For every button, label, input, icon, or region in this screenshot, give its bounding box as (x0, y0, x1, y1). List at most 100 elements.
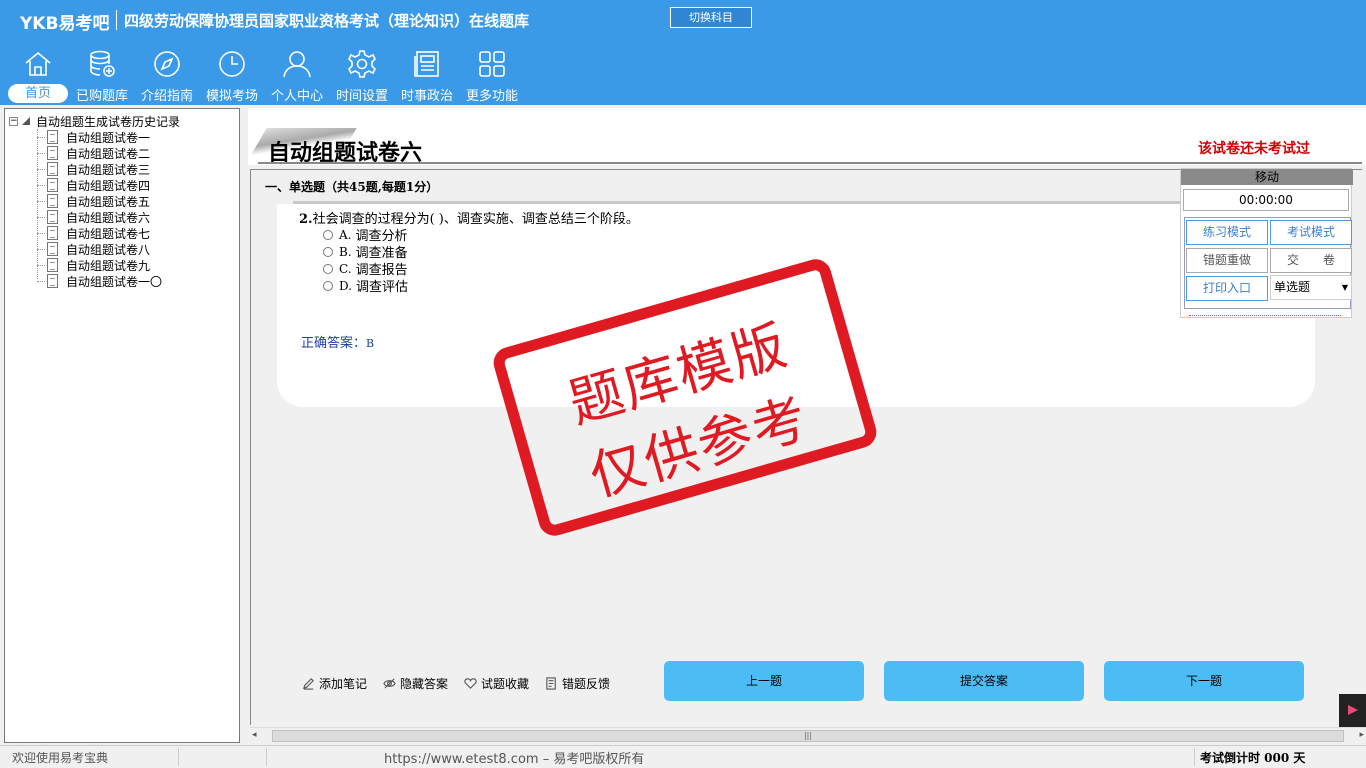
nav-label: 时事政治 (400, 89, 453, 104)
print-button[interactable]: 打印入口 (1186, 276, 1268, 301)
favorite-button[interactable]: 试题收藏 (464, 674, 529, 692)
option-a[interactable]: A. 调查分析 (323, 226, 408, 244)
tree-item-label: 自动组题试卷四 (66, 178, 151, 193)
option-text: 调查评估 (356, 280, 409, 295)
nav-label: 更多功能 (465, 89, 518, 104)
paper-history-tree: − 自动组题生成试卷历史记录 自动组题试卷一 自动组题试卷二 自动组题试卷三 自… (4, 108, 240, 743)
document-icon (47, 130, 58, 144)
document-search-icon (47, 210, 58, 224)
tool-label: 试题收藏 (481, 676, 530, 691)
tool-label: 隐藏答案 (400, 676, 449, 691)
nav-label: 模拟考场 (205, 89, 258, 104)
compass-icon (154, 51, 180, 77)
user-icon (283, 51, 311, 78)
control-grid: 练习模式 考试模式 错题重做 交 卷 打印入口 单选题 (1184, 217, 1352, 309)
switch-subject-button[interactable]: 切换科目 (670, 7, 752, 28)
flag-icon[interactable] (1339, 694, 1366, 727)
radio-button[interactable] (323, 229, 333, 240)
prev-question-button[interactable]: 上一题 (664, 661, 864, 701)
scroll-left-arrow[interactable]: ◂ (252, 730, 257, 740)
pencil-icon (302, 677, 314, 690)
tree-item[interactable]: 自动组题试卷三 (37, 161, 150, 177)
horizontal-scrollbar[interactable]: ◂ ||| ▸ (250, 727, 1366, 744)
option-key: C. (339, 261, 352, 276)
tree-item[interactable]: 自动组题试卷八 (37, 241, 150, 257)
tree-item-label: 自动组题试卷七 (66, 226, 151, 241)
practice-mode-button[interactable]: 练习模式 (1186, 220, 1268, 245)
tree-item-label: 自动组题试卷二 (66, 146, 151, 161)
redo-wrong-button[interactable]: 错题重做 (1186, 248, 1268, 273)
heart-icon (464, 677, 477, 689)
exam-countdown: 考试倒计时 000 天 (1200, 751, 1306, 765)
scroll-right-arrow[interactable]: ▸ (1359, 730, 1364, 740)
paper-header: 自动组题试卷六 该试卷还未考试过 (248, 108, 1366, 166)
radio-button[interactable] (323, 280, 333, 291)
nav-home[interactable]: 首页 (6, 48, 70, 104)
database-icon (90, 50, 115, 77)
tool-label: 错题反馈 (562, 676, 611, 691)
tree-root-label: 自动组题生成试卷历史记录 (36, 114, 181, 129)
eye-icon (383, 677, 396, 689)
status-separator (1194, 748, 1195, 766)
nav-current-affairs[interactable]: 时事政治 (395, 48, 459, 104)
nav-time-settings[interactable]: 时间设置 (330, 48, 394, 104)
brand-logo: YKB易考吧 (20, 14, 110, 34)
newspaper-icon (414, 51, 439, 77)
exam-timer: 00:00:00 (1183, 189, 1349, 211)
nav-label: 已购题库 (75, 89, 128, 104)
nav-label: 介绍指南 (140, 89, 193, 104)
nav-more[interactable]: 更多功能 (460, 48, 524, 104)
nav-label: 首页 (8, 84, 68, 103)
document-icon (47, 258, 58, 272)
home-icon (25, 51, 51, 76)
option-b[interactable]: B. 调查准备 (323, 243, 408, 261)
submit-paper-button[interactable]: 交 卷 (1270, 248, 1352, 273)
paper-status: 该试卷还未考试过 (1198, 141, 1310, 157)
nav-purchased[interactable]: 已购题库 (70, 48, 134, 104)
radio-button[interactable] (323, 246, 333, 257)
tree-item-selected[interactable]: 自动组题试卷六 (37, 209, 150, 225)
tree-item[interactable]: 自动组题试卷九 (37, 257, 150, 273)
collapse-icon[interactable]: − (9, 116, 18, 126)
option-key: B. (339, 244, 352, 259)
nav-profile[interactable]: 个人中心 (265, 48, 329, 104)
nav-guide[interactable]: 介绍指南 (135, 48, 199, 104)
option-d[interactable]: D. 调查评估 (323, 277, 409, 295)
app-title: 四级劳动保障协理员国家职业资格考试（理论知识）在线题库 (124, 12, 530, 30)
question-text: 2.社会调查的过程分为( )、调查实施、调查总结三个阶段。 (299, 208, 639, 227)
tree-item[interactable]: 自动组题试卷四 (37, 177, 150, 193)
hide-answer-button[interactable]: 隐藏答案 (383, 674, 448, 692)
tree-item[interactable]: 自动组题试卷一 (37, 129, 150, 145)
tree-item[interactable]: 自动组题试卷一〇 (37, 273, 162, 289)
exam-control-panel: 移动 00:00:00 练习模式 考试模式 错题重做 交 卷 打印入口 单选题 (1180, 168, 1353, 318)
next-question-button[interactable]: 下一题 (1104, 661, 1304, 701)
tree-item-label: 自动组题试卷五 (66, 194, 151, 209)
tool-label: 添加笔记 (319, 676, 368, 691)
app-header: YKB易考吧 四级劳动保障协理员国家职业资格考试（理论知识）在线题库 切换科目 … (0, 0, 1366, 105)
question-type-select[interactable]: 单选题 (1270, 275, 1352, 300)
status-bar: 欢迎使用易考宝典 https://www.etest8.com – 易考吧版权所… (0, 745, 1366, 768)
radio-button[interactable] (323, 263, 333, 274)
question-tools: 添加笔记 隐藏答案 试题收藏 错题反馈 (302, 674, 626, 692)
tree-item[interactable]: 自动组题试卷七 (37, 225, 150, 241)
add-note-button[interactable]: 添加笔记 (302, 674, 367, 692)
question-number: 2. (299, 212, 313, 227)
grid-icon (479, 51, 505, 77)
tree-item[interactable]: 自动组题试卷二 (37, 145, 150, 161)
tree-item[interactable]: 自动组题试卷五 (37, 193, 150, 209)
tree-root-icon (22, 117, 30, 125)
tree-item-label: 自动组题试卷六 (66, 210, 151, 225)
answer-label: 正确答案： (301, 336, 367, 351)
submit-answer-button[interactable]: 提交答案 (884, 661, 1084, 701)
exam-mode-button[interactable]: 考试模式 (1270, 220, 1352, 245)
document-icon (47, 146, 58, 160)
document-icon (47, 162, 58, 176)
move-handle[interactable]: 移动 (1181, 169, 1353, 185)
tree-root[interactable]: − 自动组题生成试卷历史记录 (9, 113, 180, 129)
option-c[interactable]: C. 调查报告 (323, 260, 408, 278)
feedback-icon (546, 676, 556, 690)
answer-value: B (366, 337, 375, 350)
feedback-button[interactable]: 错题反馈 (545, 674, 610, 692)
scroll-thumb[interactable]: ||| (272, 730, 1344, 742)
nav-mock-exam[interactable]: 模拟考场 (200, 48, 264, 104)
